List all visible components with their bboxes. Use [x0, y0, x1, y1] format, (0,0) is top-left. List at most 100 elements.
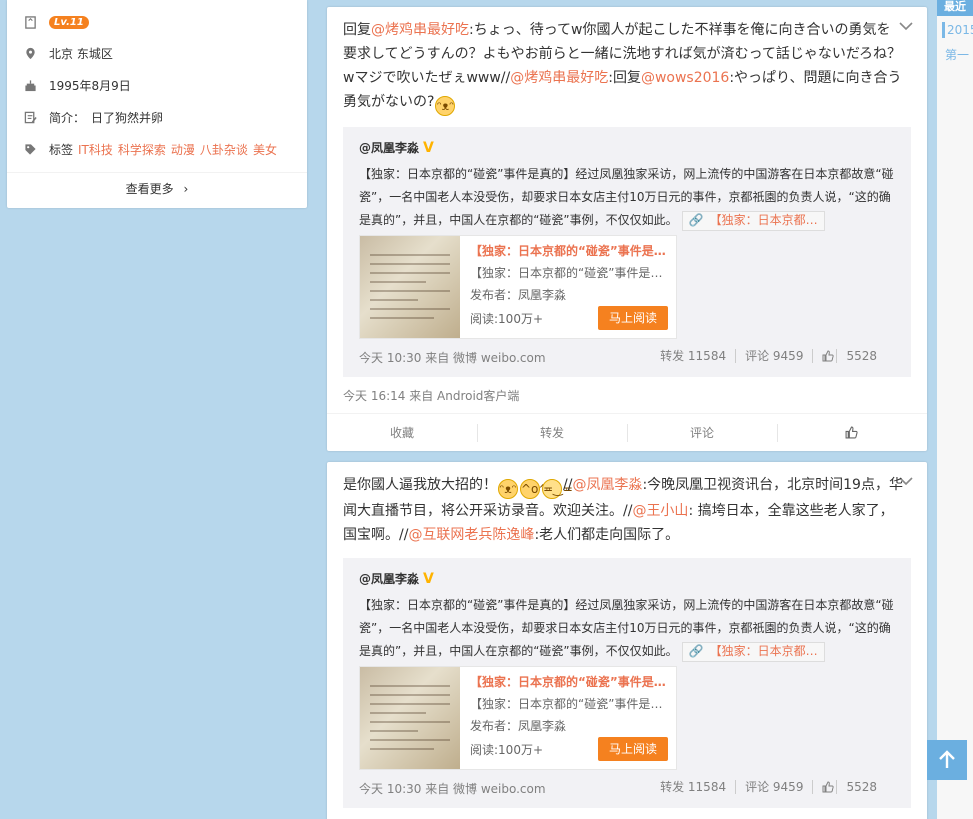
- bio-text: 日了狗然并卵: [91, 110, 164, 125]
- comment-count[interactable]: 评论 9459: [735, 349, 812, 363]
- link-chain-icon: 🔗: [688, 644, 704, 658]
- timeline-latest[interactable]: 最近: [937, 0, 973, 16]
- cake-icon: [23, 78, 37, 92]
- article-publisher: 发布者：凤凰李淼: [470, 288, 567, 302]
- timeline-first[interactable]: 第一: [945, 46, 969, 63]
- article-reads: 阅读:100万+: [470, 312, 544, 326]
- tag-item[interactable]: IT科技: [78, 141, 113, 158]
- like-count[interactable]: 5528: [812, 780, 895, 794]
- chevron-right-icon: ›: [183, 182, 189, 196]
- article-reads: 阅读:100万+: [470, 743, 544, 757]
- post-text: 是你國人逼我放大招的！ ᵔᴥᵔ ^o^≖‿≖//@凤凰李淼:今晚凤凰卫视资讯台，北京…: [343, 473, 903, 547]
- post-time[interactable]: 今天 16:14 来自 Android客户端: [343, 387, 519, 404]
- repost-author[interactable]: @凤凰李淼 V: [359, 570, 434, 587]
- text-segment: 是你國人逼我放大招的！: [343, 477, 497, 493]
- comment-button[interactable]: 评论: [627, 414, 777, 451]
- birthday-text: 1995年8月9日: [49, 78, 131, 93]
- text-segment: 回复: [343, 22, 371, 38]
- repost-source: 今天 10:30 来自 微博 weibo.com: [359, 782, 546, 796]
- repost-box: @凤凰李淼 V 【独家：日本京都的“碰瓷”事件是真的】经过凤凰独家采访，网上流传…: [343, 558, 911, 808]
- repost-source: 今天 10:30 来自 微博 weibo.com: [359, 351, 546, 365]
- tag-item[interactable]: 动漫: [171, 141, 195, 158]
- edit-icon: [23, 110, 37, 124]
- tags-row: 标签 IT科技 科学探索 动漫 八卦杂谈 美女: [23, 139, 277, 159]
- article-link-chip[interactable]: 🔗 【独家：日本京都…: [681, 641, 825, 662]
- article-description: 【独家：日本京都的“碰瓷”事件是真…: [470, 697, 670, 711]
- cat-emoji-icon: ᵔᴥᵔ: [435, 96, 456, 116]
- article-thumbnail: [360, 236, 460, 338]
- repost-button[interactable]: 转发: [477, 414, 627, 451]
- verified-v-icon: V: [423, 139, 434, 156]
- level-badge[interactable]: Lv.11: [49, 15, 89, 29]
- article-description: 【独家：日本京都的“碰瓷”事件是真…: [470, 266, 670, 280]
- see-more-label: 查看更多: [125, 182, 174, 196]
- timeline-year[interactable]: 2015: [942, 22, 973, 38]
- link-chip-label: 【独家：日本京都…: [709, 644, 818, 658]
- article-publisher: 发布者：凤凰李淼: [470, 719, 567, 733]
- tongue-emoji-icon: ≖‿≖: [542, 479, 573, 499]
- tag-item[interactable]: 美女: [253, 141, 277, 158]
- favorite-button[interactable]: 收藏: [327, 414, 477, 451]
- link-chain-icon: 🔗: [688, 213, 704, 227]
- repost-author-name[interactable]: @凤凰李淼: [359, 570, 419, 587]
- location-row: 北京 东城区: [23, 43, 113, 63]
- action-bar: 收藏 转发 评论: [327, 413, 927, 451]
- comment-count[interactable]: 评论 9459: [735, 780, 812, 794]
- timeline-sidebar: [937, 0, 973, 819]
- thumbs-up-icon: [845, 426, 858, 439]
- tags-label: 标签: [49, 142, 74, 157]
- text-segment: :回复: [608, 70, 641, 86]
- feed-card: 回复@烤鸡串最好吃:ちょっ、待ってw你國人が起こした不祥事を俺に向き合いの勇気を…: [327, 7, 927, 451]
- thumbs-up-icon: [822, 781, 835, 793]
- text-segment: :老人们都走向国际了。: [534, 527, 680, 543]
- bio-label: 简介：: [49, 110, 86, 125]
- like-button[interactable]: [777, 414, 927, 451]
- thumbs-up-icon: [822, 350, 835, 362]
- location-pin-icon: [23, 46, 37, 60]
- arrow-up-icon: [939, 750, 955, 768]
- repost-author[interactable]: @凤凰李淼 V: [359, 139, 434, 156]
- like-count[interactable]: 5528: [812, 349, 895, 363]
- tag-icon: [23, 142, 37, 156]
- mention-link[interactable]: @王小山: [632, 503, 688, 519]
- repost-box: @凤凰李淼 V 【独家：日本京都的“碰瓷”事件是真的】经过凤凰独家采访，网上流传…: [343, 127, 911, 377]
- level-row: Lv.11: [23, 12, 89, 32]
- repost-author-name[interactable]: @凤凰李淼: [359, 139, 419, 156]
- article-title[interactable]: 【独家：日本京都的“碰瓷”事件是…: [470, 673, 670, 690]
- repost-count[interactable]: 转发 11584: [651, 349, 735, 363]
- like-count-value: 5528: [836, 780, 886, 794]
- cat-emoji-icon: ᵔᴥᵔ: [498, 479, 518, 499]
- divider: [7, 172, 307, 173]
- article-card[interactable]: 【独家：日本京都的“碰瓷”事件是… 【独家：日本京都的“碰瓷”事件是真… 发布者…: [359, 235, 677, 339]
- read-now-button[interactable]: 马上阅读: [598, 306, 668, 330]
- article-title[interactable]: 【独家：日本京都的“碰瓷”事件是…: [470, 242, 670, 259]
- verified-v-icon: V: [423, 570, 434, 587]
- repost-stats: 转发 11584 评论 9459 5528: [651, 349, 895, 363]
- article-card[interactable]: 【独家：日本京都的“碰瓷”事件是… 【独家：日本京都的“碰瓷”事件是真… 发布者…: [359, 666, 677, 770]
- mention-link[interactable]: @wows2016: [641, 70, 729, 86]
- repost-stats: 转发 11584 评论 9459 5528: [651, 780, 895, 794]
- tag-item[interactable]: 科学探索: [118, 141, 166, 158]
- mention-link[interactable]: @互联网老兵陈逸峰: [408, 527, 534, 543]
- back-to-top-button[interactable]: [927, 740, 967, 780]
- bio-row: 简介： 日了狗然并卵: [23, 107, 163, 127]
- tag-item[interactable]: 八卦杂谈: [200, 141, 248, 158]
- bookmark-icon: [23, 15, 37, 29]
- post-text: 回复@烤鸡串最好吃:ちょっ、待ってw你國人が起こした不祥事を俺に向き合いの勇気を…: [343, 18, 903, 116]
- see-more-link[interactable]: 查看更多 ›: [7, 180, 307, 197]
- mention-link[interactable]: @烤鸡串最好吃: [510, 70, 608, 86]
- location-text: 北京 东城区: [49, 46, 113, 61]
- article-thumbnail: [360, 667, 460, 769]
- laugh-tears-emoji-icon: ^o^: [520, 479, 548, 499]
- repost-text: 【独家：日本京都的“碰瓷”事件是真的】经过凤凰独家采访，网上流传的中国游客在日本…: [359, 163, 895, 232]
- like-count-value: 5528: [836, 349, 886, 363]
- article-link-chip[interactable]: 🔗 【独家：日本京都…: [681, 210, 825, 231]
- read-now-button[interactable]: 马上阅读: [598, 737, 668, 761]
- profile-card: Lv.11 北京 东城区 1995年8月9日 简介： 日了狗然并卵 标签 IT科…: [7, 0, 307, 208]
- birthday-row: 1995年8月9日: [23, 75, 131, 95]
- repost-count[interactable]: 转发 11584: [651, 780, 735, 794]
- mention-link[interactable]: @凤凰李淼: [572, 477, 642, 493]
- mention-link[interactable]: @烤鸡串最好吃: [371, 22, 469, 38]
- repost-text: 【独家：日本京都的“碰瓷”事件是真的】经过凤凰独家采访，网上流传的中国游客在日本…: [359, 594, 895, 663]
- link-chip-label: 【独家：日本京都…: [709, 213, 818, 227]
